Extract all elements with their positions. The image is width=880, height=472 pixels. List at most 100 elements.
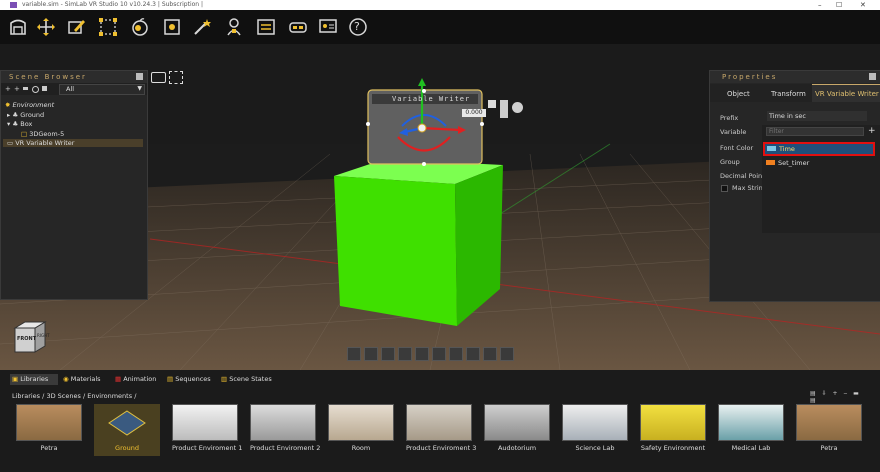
library-item-audotorium[interactable]: Audotorium [484,404,550,456]
view-cube-icon[interactable] [347,347,361,361]
tab-materials[interactable]: ◉ Materials [63,374,101,385]
home-icon[interactable] [6,15,30,39]
library-item-room[interactable]: Room [328,404,394,456]
tab-scene-states[interactable]: ▥ Scene States [221,374,272,385]
library-item-product-enviroment-1[interactable]: Product Enviroment 1 [172,404,243,456]
help-icon[interactable]: ? [346,15,370,39]
libraries-icon: ▣ [12,375,19,383]
maximize-button[interactable]: ☐ [836,0,842,10]
import-icon[interactable] [160,15,184,39]
list-icon[interactable] [254,15,278,39]
wifi-icon[interactable] [466,347,480,361]
animation-icon: ▦ [115,375,122,383]
billboard-scroll-icon[interactable] [500,100,508,118]
grid-icon[interactable] [483,347,497,361]
prefix-label: Prefix [720,114,739,122]
scene-filter-select[interactable]: All ▼ [59,84,145,95]
thumbnail-image [562,404,628,441]
window-title: variable.sim - SimLab VR Studio 10 v10.2… [22,1,204,8]
cube-front-label: FRONT [17,336,37,342]
expand-arrow-icon[interactable]: ▸ [7,111,10,119]
filter-icon[interactable] [42,86,47,91]
tree-item-label: VR Variable Writer [15,139,75,147]
properties-panel: Properties Object Transform VR Variable … [709,70,880,302]
tree-item-environment[interactable]: ✸ Environment [5,101,54,109]
zoom-icon[interactable] [449,347,463,361]
panel-close-icon[interactable] [136,73,143,80]
tab-transform[interactable]: Transform [771,90,806,98]
library-tools[interactable]: ▤ ⇩ + ‒ ▬ ▤ [810,390,870,404]
breadcrumb-item[interactable]: 3D Scenes [46,392,80,400]
search-icon[interactable] [32,86,39,93]
tree-item-label: Environment [12,101,55,109]
link-icon[interactable] [23,87,28,90]
prefix-field[interactable]: Time in sec [767,111,867,121]
cube-front-face [334,176,457,326]
close-button[interactable]: ✕ [860,0,866,10]
tree-item-3dgeom[interactable]: □ 3DGeom-5 [21,130,64,138]
tab-sequences[interactable]: ▤ Sequences [167,374,211,385]
apple-icon[interactable] [128,15,152,39]
max-string-checkbox[interactable] [721,185,728,192]
tab-libraries[interactable]: ▣ Libraries [10,374,58,385]
tab-label: Libraries [20,375,49,383]
view-toolbar [347,347,533,363]
billboard-value-field[interactable]: 0.000 [462,109,486,117]
move-node-icon[interactable]: + [14,85,20,93]
scene-states-icon: ▥ [221,375,228,383]
dropdown-item-time[interactable]: Time [763,142,875,156]
zoom-fit-icon[interactable] [432,347,446,361]
add-variable-button[interactable]: + [868,126,876,136]
tab-vr-variable-writer[interactable]: VR Variable Writer [812,84,880,102]
library-item-medical-lab[interactable]: Medical Lab [718,404,784,456]
app-logo-icon [10,2,17,8]
minimize-button[interactable]: – [818,0,822,10]
navigation-cube[interactable]: FRONT RIGHT [13,318,50,354]
vr-headset-icon[interactable] [286,15,310,39]
tab-object[interactable]: Object [727,90,750,98]
breadcrumb-item[interactable]: Libraries [12,392,40,400]
tab-animation[interactable]: ▦ Animation [115,374,156,385]
panel-close-icon[interactable] [869,73,876,80]
billboard-mini-icon[interactable] [488,100,496,108]
thumbnail-label: Product Enviroment 1 [172,444,243,452]
thumbnail-image [172,404,238,441]
thumbnail-image [718,404,784,441]
tab-label: Scene States [229,375,272,383]
tree-item-ground[interactable]: ▸ ♣ Ground [7,111,44,119]
billboard-settings-icon[interactable] [512,102,523,113]
library-item-petra-2[interactable]: Petra [796,404,862,456]
thumbnail-label: Product Enviroment 2 [250,444,321,452]
edit-icon[interactable] [64,15,88,39]
frame-icon[interactable] [169,71,183,84]
magic-wand-icon[interactable] [190,15,214,39]
library-item-ground[interactable]: Ground [94,404,160,456]
library-item-petra[interactable]: Petra [16,404,82,456]
presentation-icon[interactable] [316,15,340,39]
view-frame-icon[interactable] [364,347,378,361]
dropdown-item-label: Time [779,145,795,153]
add-icon[interactable]: + [5,85,11,93]
person-icon[interactable] [222,15,246,39]
3d-viewport[interactable]: Variable Writer 0.000 FRONT RIGHT Scene … [0,44,880,370]
light-bulb-icon[interactable] [398,347,412,361]
download-icon[interactable] [500,347,514,361]
thumbnail-label: Medical Lab [731,444,771,452]
select-box-icon[interactable] [96,15,120,39]
library-item-science-lab[interactable]: Science Lab [562,404,628,456]
breadcrumb-separator: / [134,392,137,400]
variable-filter-input[interactable] [766,127,864,136]
tree-item-box[interactable]: ▾ ♣ Box [7,120,32,128]
library-item-product-enviroment-3[interactable]: Product Enviroment 3 [406,404,476,456]
camera-icon[interactable] [151,72,166,83]
pointer-icon[interactable] [415,347,429,361]
library-item-product-enviroment-2[interactable]: Product Enviroment 2 [250,404,321,456]
tree-item-vr-variable-writer[interactable]: ▭ VR Variable Writer [3,139,143,147]
library-item-safety-environment[interactable]: Safety Environment [640,404,706,456]
expand-arrow-icon[interactable]: ▾ [7,120,10,128]
view-box-icon[interactable] [381,347,395,361]
dropdown-item-set-timer[interactable]: Set_timer [763,157,875,168]
tab-label: VR Variable Writer [815,90,879,98]
breadcrumb-item[interactable]: Environments [87,392,132,400]
move-icon[interactable] [34,15,58,39]
